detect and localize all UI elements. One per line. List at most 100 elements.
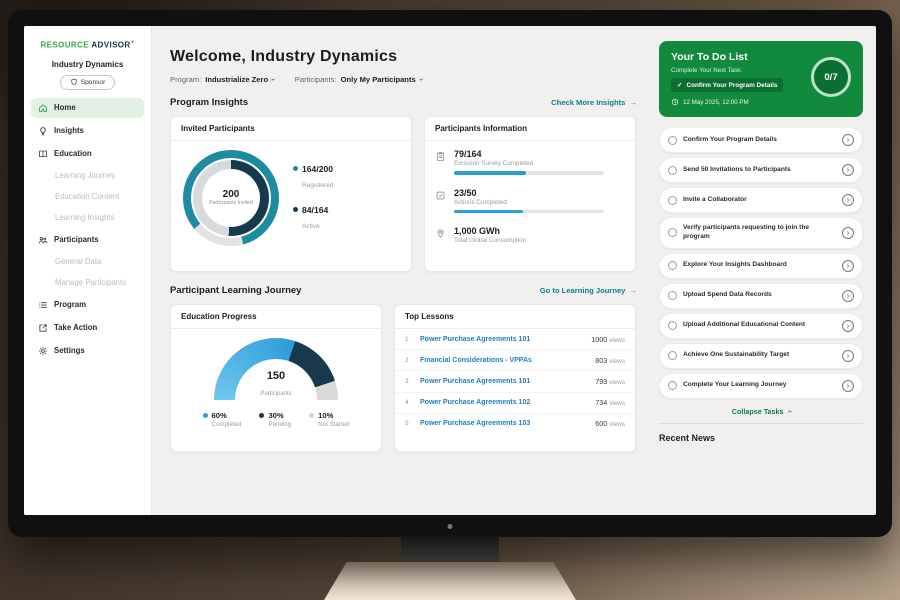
- clipboard-icon: [435, 151, 446, 162]
- logo-advisor: ADVISOR: [91, 41, 130, 50]
- checkbox-circle-icon[interactable]: [668, 166, 677, 175]
- sidebar-item-general-data[interactable]: General Data: [31, 253, 144, 271]
- checkbox-circle-icon[interactable]: [668, 196, 677, 205]
- checkbox-circle-icon[interactable]: [668, 228, 677, 237]
- participants-information-card: Participants Information 79/164 Emission…: [424, 116, 636, 272]
- check-icon: [677, 81, 682, 89]
- lesson-link[interactable]: Financial Considerations - VPPAs: [420, 357, 587, 364]
- invited-participants-card: Invited Participants 200 Participants In…: [170, 116, 412, 272]
- todo-task[interactable]: Confirm Your Program Details: [659, 127, 863, 153]
- lesson-row[interactable]: 5 Power Purchase Agreements 103 600 view…: [395, 414, 635, 434]
- learning-journey-header: Participant Learning Journey Go to Learn…: [170, 285, 637, 296]
- lesson-link[interactable]: Power Purchase Agreements 101: [420, 378, 587, 385]
- todo-task[interactable]: Send 50 Invitations to Participants: [659, 157, 863, 183]
- logo-resource: RESOURCE: [40, 41, 89, 50]
- sidebar-item-learning-insights[interactable]: Learning Insights: [31, 209, 144, 227]
- todo-task[interactable]: Achieve One Sustainability Target: [659, 343, 863, 369]
- lesson-row[interactable]: 2 Financial Considerations - VPPAs 803 v…: [395, 350, 635, 371]
- sidebar-item-education-content[interactable]: Education Content: [31, 188, 144, 206]
- external-action-icon: [38, 323, 48, 333]
- sidebar-item-settings[interactable]: Settings: [31, 341, 144, 361]
- lesson-link[interactable]: Power Purchase Agreements 101: [420, 336, 583, 343]
- todo-task[interactable]: Explore Your Insights Dashboard: [659, 253, 863, 279]
- checkbox-circle-icon[interactable]: [668, 351, 677, 360]
- gauge-legend: 60% Completed 30% Pending: [203, 411, 350, 428]
- chevron-right-icon[interactable]: [842, 194, 854, 206]
- chevron-right-icon[interactable]: [842, 290, 854, 302]
- chevron-right-icon[interactable]: [842, 134, 854, 146]
- check-more-insights-link[interactable]: Check More Insights: [551, 98, 637, 107]
- home-icon: [38, 103, 48, 113]
- legend-item-pending: 30% Pending: [259, 411, 291, 428]
- checkbox-circle-icon[interactable]: [668, 291, 677, 300]
- chevron-right-icon[interactable]: [842, 227, 854, 239]
- app-logo: RESOURCE ADVISOR+: [31, 40, 144, 50]
- sidebar-item-program[interactable]: Program: [31, 295, 144, 315]
- section-title: Program Insights: [170, 97, 248, 108]
- sidebar: RESOURCE ADVISOR+ Industry Dynamics Spon…: [24, 26, 152, 515]
- donut-center-value: 200: [223, 189, 240, 200]
- checklist-icon: [435, 190, 446, 201]
- lesson-row[interactable]: 3 Power Purchase Agreements 101 793 view…: [395, 371, 635, 392]
- legend-item-completed: 60% Completed: [203, 411, 242, 428]
- todo-task[interactable]: Complete Your Learning Journey: [659, 373, 863, 399]
- legend-item-active: 84/164 Active: [293, 205, 333, 233]
- gauge-center-value: 150: [214, 370, 338, 382]
- insights-cards-row: Invited Participants 200 Participants In…: [170, 116, 637, 272]
- todo-task-list: Confirm Your Program Details Send 50 Inv…: [659, 127, 863, 399]
- monitor-stand-base: [324, 562, 576, 600]
- participants-select-label: Participants:: [295, 75, 337, 84]
- gear-icon: [38, 346, 48, 356]
- program-select[interactable]: Program: Industrialize Zero: [170, 75, 275, 84]
- sidebar-item-education[interactable]: Education: [31, 144, 144, 164]
- participants-select[interactable]: Participants: Only My Participants: [295, 75, 423, 84]
- todo-task[interactable]: Upload Spend Data Records: [659, 283, 863, 309]
- monitor-frame: RESOURCE ADVISOR+ Industry Dynamics Spon…: [8, 10, 892, 537]
- sidebar-item-learning-journey[interactable]: Learning Journey: [31, 167, 144, 185]
- card-title: Top Lessons: [395, 305, 635, 329]
- progress-fill: [454, 171, 526, 175]
- clock-icon: [671, 98, 679, 106]
- page-title: Welcome, Industry Dynamics: [170, 48, 637, 66]
- checkbox-circle-icon[interactable]: [668, 261, 677, 270]
- section-title: Participant Learning Journey: [170, 285, 301, 296]
- go-to-learning-journey-link[interactable]: Go to Learning Journey: [540, 286, 637, 295]
- next-task-pill[interactable]: Confirm Your Program Details: [671, 78, 783, 92]
- chevron-right-icon[interactable]: [842, 320, 854, 332]
- checkbox-circle-icon[interactable]: [668, 321, 677, 330]
- todo-task[interactable]: Upload Additional Educational Content: [659, 313, 863, 339]
- lesson-row[interactable]: 1 Power Purchase Agreements 101 1000 vie…: [395, 329, 635, 350]
- lesson-link[interactable]: Power Purchase Agreements 102: [420, 399, 587, 406]
- legend-dot: [293, 166, 298, 171]
- monitor-stand-neck: [401, 536, 499, 564]
- book-icon: [38, 149, 48, 159]
- todo-task[interactable]: Invite a Collaborator: [659, 187, 863, 213]
- location-pin-icon: [435, 228, 446, 239]
- sidebar-item-participants[interactable]: Participants: [31, 230, 144, 250]
- chevron-right-icon[interactable]: [842, 164, 854, 176]
- dashboard-screen: RESOURCE ADVISOR+ Industry Dynamics Spon…: [24, 26, 876, 515]
- sidebar-item-manage-participants[interactable]: Manage Participants: [31, 274, 144, 292]
- recent-news-title: Recent News: [659, 433, 863, 443]
- info-row-emission-survey: 79/164 Emission Survey Completed: [425, 141, 635, 180]
- chevron-right-icon[interactable]: [842, 260, 854, 272]
- checkbox-circle-icon[interactable]: [668, 381, 677, 390]
- org-name: Industry Dynamics: [31, 60, 144, 69]
- todo-summary-card: Your To Do List Complete Your Next Task:…: [659, 41, 863, 117]
- card-title: Participants Information: [425, 117, 635, 141]
- lesson-link[interactable]: Power Purchase Agreements 103: [420, 420, 587, 427]
- chevron-right-icon[interactable]: [842, 380, 854, 392]
- lesson-row[interactable]: 4 Power Purchase Agreements 102 734 view…: [395, 393, 635, 414]
- todo-task[interactable]: Verify participants requesting to join t…: [659, 217, 863, 249]
- chevron-right-icon[interactable]: [842, 350, 854, 362]
- sidebar-item-take-action[interactable]: Take Action: [31, 318, 144, 338]
- education-gauge-chart: 150 Participants: [214, 338, 338, 400]
- checkbox-circle-icon[interactable]: [668, 136, 677, 145]
- todo-progress-ring: 0/7: [811, 57, 851, 97]
- legend-dot: [259, 413, 264, 418]
- collapse-tasks-button[interactable]: Collapse Tasks: [659, 407, 863, 416]
- program-select-label: Program:: [170, 75, 201, 84]
- sidebar-item-home[interactable]: Home: [31, 98, 144, 118]
- shield-icon: [70, 78, 78, 86]
- sidebar-item-insights[interactable]: Insights: [31, 121, 144, 141]
